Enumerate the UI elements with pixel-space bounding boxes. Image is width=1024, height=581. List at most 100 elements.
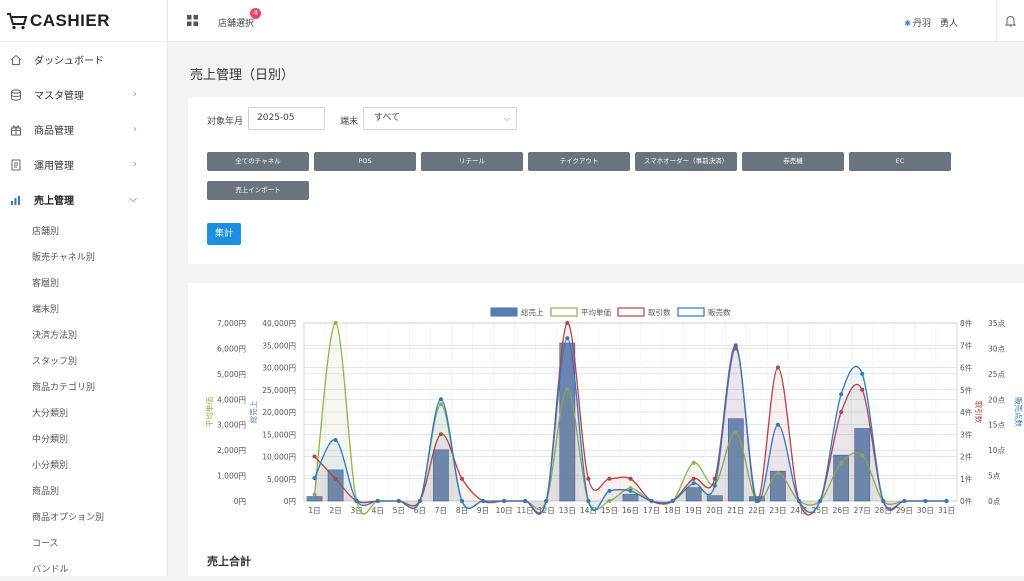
x-tick-label: 4日 — [372, 506, 384, 515]
x-tick-label: 10日 — [496, 506, 513, 515]
series-point — [586, 476, 591, 481]
legend-swatch — [617, 307, 645, 317]
notification-badge: 4 — [250, 8, 261, 19]
x-tick-label: 16日 — [622, 506, 639, 515]
x-tick-label: 26日 — [833, 506, 850, 515]
channel-button[interactable]: スマホオーダー（事前決済） — [635, 152, 737, 171]
notifications-button[interactable] — [996, 0, 1024, 42]
gift-icon — [8, 122, 24, 138]
y-qty-tick-label: 25点 — [988, 370, 1006, 379]
series-point — [481, 499, 486, 503]
sidebar-item-4[interactable]: 売上管理 ⌵ — [0, 182, 167, 217]
month-label: 対象年月 — [207, 117, 244, 127]
y-txn-tick-label: 6件 — [960, 363, 973, 373]
x-tick-label: 20日 — [706, 506, 723, 515]
sidebar-subitem[interactable]: 小分類別 — [0, 451, 167, 477]
sidebar-item-1[interactable]: マスタ管理 › — [0, 77, 167, 112]
document-icon — [8, 157, 24, 173]
terminal-select[interactable]: すべて ⌵ — [363, 107, 517, 130]
y-qty-tick-label: 15点 — [988, 421, 1006, 430]
series-point — [586, 499, 591, 503]
x-tick-label: 18日 — [664, 506, 681, 515]
sidebar-subitem[interactable]: 商品別 — [0, 477, 167, 503]
series-point — [502, 499, 507, 503]
y-avg-tick-label: 6,000円 — [217, 344, 246, 353]
y-txn-tick-label: 5件 — [960, 385, 973, 395]
sidebar-item-3[interactable]: 運用管理 › — [0, 147, 167, 182]
sales-total-title: 売上合計 — [207, 555, 251, 568]
sidebar-item-label: 運用管理 — [34, 161, 74, 172]
y-sales-tick-label: 15,000円 — [262, 430, 296, 439]
series-point — [902, 499, 907, 503]
y-txn-tick-label: 1件 — [960, 474, 973, 484]
x-tick-label: 23日 — [769, 506, 786, 515]
x-tick-label: 15日 — [601, 506, 618, 515]
channel-button[interactable]: EC — [849, 152, 951, 171]
sidebar-subitem[interactable]: スタッフ別 — [0, 347, 167, 373]
x-tick-label: 5日 — [393, 506, 405, 515]
month-input[interactable]: 2025-05 — [248, 107, 325, 130]
user-menu[interactable]: ✱ 丹羽 勇人 — [904, 16, 958, 29]
logo[interactable]: CASHIER — [0, 0, 167, 42]
aggregate-button[interactable]: 集計 — [207, 223, 241, 245]
channel-button[interactable]: 売上インポート — [207, 181, 309, 200]
chevron-right-icon: › — [133, 159, 137, 170]
y-sales-tick-label: 35,000円 — [262, 341, 296, 350]
store-select-link[interactable]: 店舗選択 — [218, 16, 254, 29]
y-txn-axis-title: 取引数 — [974, 401, 984, 424]
sidebar-subitem[interactable]: 商品カテゴリ別 — [0, 373, 167, 399]
series-point — [797, 499, 802, 503]
channel-button[interactable]: テイクアウト — [528, 152, 630, 171]
sidebar-subitem[interactable]: 端末別 — [0, 295, 167, 321]
sidebar-subitem[interactable]: 大分類別 — [0, 399, 167, 425]
chevron-right-icon: › — [133, 89, 137, 100]
sidebar-item-0[interactable]: ダッシュボード — [0, 42, 167, 77]
sidebar-item-2[interactable]: 商品管理 › — [0, 112, 167, 147]
series-point — [333, 437, 338, 442]
y-qty-tick-label: 10点 — [988, 446, 1006, 455]
x-tick-label: 7日 — [435, 506, 447, 515]
sidebar-subitem[interactable]: 商品オプション別 — [0, 503, 167, 529]
sidebar-subitem[interactable]: コース — [0, 529, 167, 555]
y-sales-tick-label: 0円 — [284, 497, 296, 506]
series-point — [712, 483, 717, 488]
sales-chart: 0円 1,000円 2,000円 3,000円 4,000円 5,000円 6,000円 7,… — [204, 307, 1024, 516]
sidebar-subitem[interactable]: 中分類別 — [0, 425, 167, 451]
y-sales-tick-label: 25,000円 — [262, 386, 296, 395]
grid-icon[interactable] — [187, 15, 198, 26]
series-point — [881, 499, 886, 503]
series-point — [312, 476, 317, 481]
home-icon — [8, 52, 24, 68]
user-name: 丹羽 勇人 — [912, 19, 958, 29]
filter-card: 対象年月 2025-05 端末 すべて ⌵ 全てのチャネル POS リテール テイクア… — [188, 97, 1024, 264]
x-tick-label: 17日 — [643, 506, 660, 515]
y-txn-tick-label: 3件 — [960, 429, 973, 439]
series-point — [417, 499, 422, 503]
series-point — [691, 476, 696, 481]
series-point — [691, 481, 696, 486]
channel-button[interactable]: 全てのチャネル — [207, 152, 309, 171]
series-point — [438, 397, 443, 402]
y-sales-tick-label: 30,000円 — [262, 364, 296, 373]
legend-swatch — [490, 307, 518, 317]
y-qty-tick-label: 5点 — [988, 472, 1001, 481]
x-tick-label: 13日 — [559, 506, 576, 515]
x-tick-label: 22日 — [748, 506, 765, 515]
database-icon — [8, 87, 24, 103]
sidebar-subitem[interactable]: 決済方法別 — [0, 321, 167, 347]
sidebar-subitem[interactable]: 店舗別 — [0, 217, 167, 243]
y-qty-tick-label: 0点 — [988, 497, 1001, 506]
x-tick-label: 1日 — [308, 506, 320, 515]
legend-label: 取引数 — [648, 307, 671, 317]
series-point — [459, 476, 464, 481]
sidebar-subitem[interactable]: 販売チャネル別 — [0, 243, 167, 269]
x-tick-label: 29日 — [896, 506, 913, 515]
series-point — [396, 499, 401, 503]
channel-button[interactable]: 券売機 — [742, 152, 844, 171]
series-point — [923, 499, 928, 503]
sidebar-subitem[interactable]: 客層別 — [0, 269, 167, 295]
channel-button[interactable]: リテール — [421, 152, 523, 171]
channel-button[interactable]: POS — [314, 152, 416, 171]
y-avg-tick-label: 2,000円 — [217, 446, 246, 455]
sidebar-subitem[interactable]: バンドル — [0, 555, 167, 581]
